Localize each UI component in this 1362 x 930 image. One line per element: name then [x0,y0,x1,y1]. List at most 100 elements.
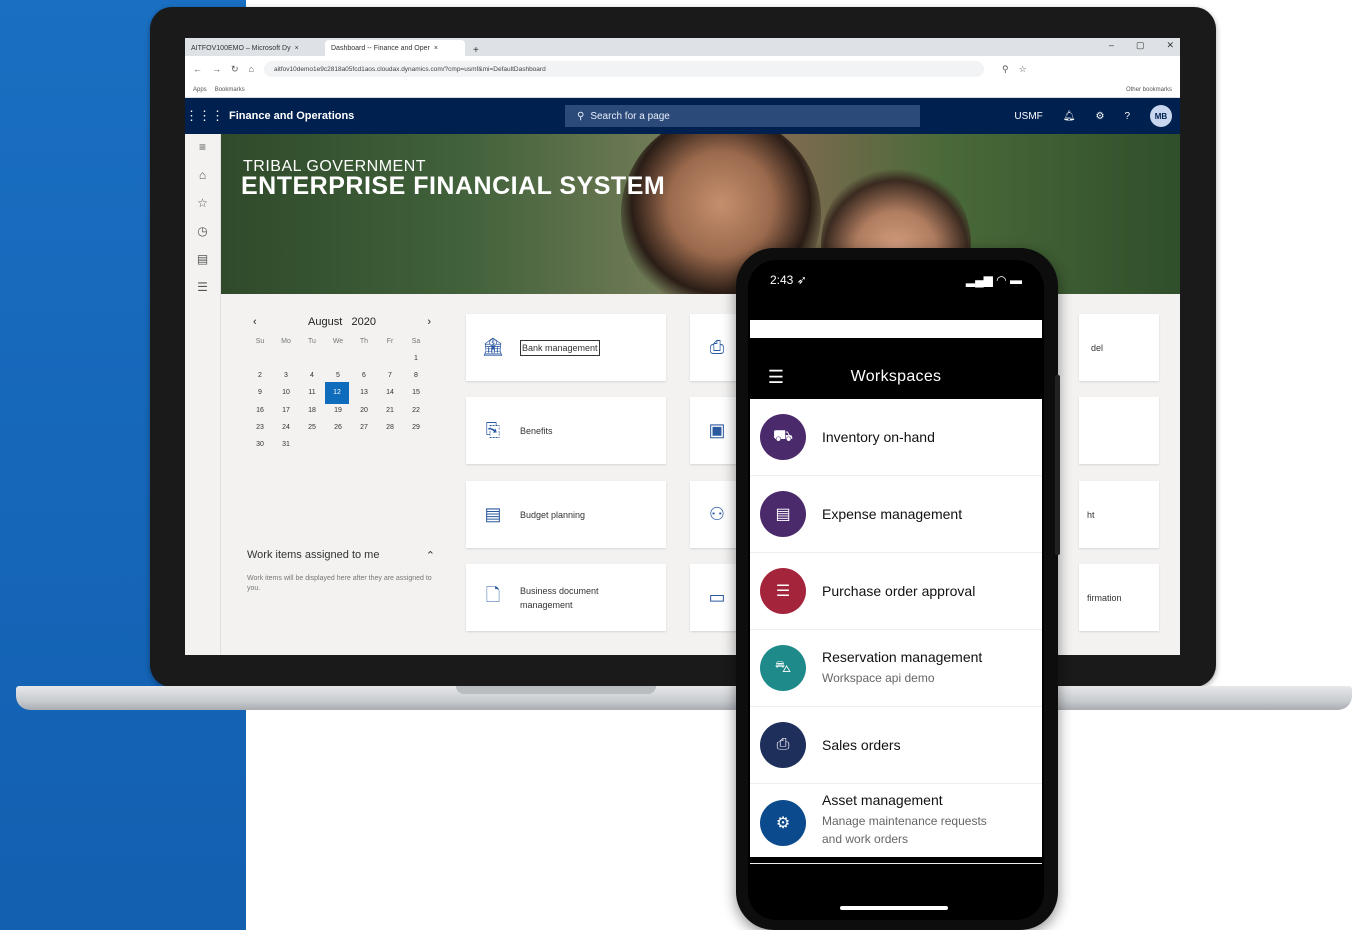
calendar-day[interactable]: 14 [377,389,403,397]
waffle-icon[interactable]: ⋮⋮⋮ [185,108,224,124]
tile-partial-right[interactable] [1079,397,1159,464]
weekday-label: Fr [386,338,394,345]
calendar-grid: Su Mo Tu We Th Fr Sa 1 2 3 4 5 6 7 8 9 10 11 12 13 14 15 16 17 1… [247,338,437,448]
calendar-day[interactable]: 4 [299,372,325,379]
calendar-day[interactable]: 2 [247,372,273,379]
calendar-day[interactable]: 30 [247,441,273,448]
calendar-day[interactable]: 17 [273,407,299,414]
reload-icon[interactable]: ↻ [231,64,239,75]
star-icon[interactable]: ☆ [1019,64,1027,75]
url-field[interactable]: aitfov10demo1e9c2818a05fcd1aos.cloudax.d… [263,61,984,77]
tile-label: del [1091,342,1104,353]
calendar-day[interactable]: 11 [299,389,325,397]
status-time: 2:43 [770,273,794,287]
gear-icon[interactable]: ⚙ [1095,111,1104,122]
calendar-day[interactable]: 5 [325,372,351,379]
tile-partial-right[interactable]: firmation [1079,564,1159,631]
hamburger-icon[interactable]: ≡ [199,140,206,154]
calendar-day[interactable]: 31 [273,441,299,448]
calendar-day[interactable]: 21 [377,407,403,414]
reservation-icon: ⛍ [760,645,806,691]
collapse-chevron-icon[interactable]: ⌃ [426,549,435,562]
tab-close-icon[interactable]: × [434,45,438,52]
tile-budget-planning[interactable]: ▤ Budget planning [466,481,666,548]
calendar-day[interactable]: 26 [325,424,351,431]
calendar-day[interactable]: 28 [377,424,403,431]
workspace-item[interactable]: ☰ Purchase order approval [750,553,1042,630]
close-window-button[interactable]: ✕ [1166,40,1174,51]
calendar-day[interactable]: 12 [325,382,349,404]
tab-close-icon[interactable]: × [295,45,299,52]
workspace-title: Purchase order approval [822,583,976,599]
calendar-day[interactable]: 23 [247,424,273,431]
apps-bookmark[interactable]: Apps [193,87,207,93]
recent-icon[interactable]: ◷ [197,224,207,238]
app-title: Finance and Operations [229,110,355,122]
calendar-day[interactable]: 13 [351,389,377,397]
bookmarks-bookmark[interactable]: Bookmarks [215,87,245,93]
work-items-note: Work items will be displayed here after … [247,575,432,592]
calendar-day[interactable]: 18 [299,407,325,414]
tile-business-document-management[interactable]: 🗋︎ Business document management [466,564,666,631]
workspace-title: Reservation management [822,649,983,665]
calendar-day[interactable]: 6 [351,372,377,379]
tile-label: Benefits [520,425,553,436]
favorites-icon[interactable]: ☆ [197,196,208,210]
browser-tab-active[interactable]: Dashboard -- Finance and Oper × [325,40,465,56]
modules-icon[interactable]: ☰ [197,280,208,294]
calendar-empty [351,441,377,448]
search-icon: ⚲ [577,110,585,122]
calendar-day[interactable]: 19 [325,407,351,414]
tile-benefits[interactable]: ⎘ Benefits [466,397,666,464]
laptop-base [16,686,1352,710]
help-icon[interactable]: ? [1124,111,1130,122]
calendar-day[interactable]: 25 [299,424,325,431]
calendar-day[interactable]: 15 [403,389,429,397]
calendar-day[interactable]: 9 [247,389,273,397]
calendar-day[interactable]: 16 [247,407,273,414]
calendar-day[interactable]: 3 [273,372,299,379]
calendar-day[interactable]: 20 [351,407,377,414]
calendar-empty [377,355,403,362]
tile-partial-right[interactable]: ht [1079,481,1159,548]
workspace-item[interactable]: ⛍ Reservation management Workspace api dem… [750,630,1042,707]
workspace-item[interactable]: ⚙ Asset management Manage maintenance requ… [750,784,1042,864]
other-bookmarks[interactable]: Other bookmarks [1126,87,1172,93]
back-icon[interactable]: ← [193,64,202,74]
workspace-item[interactable]: ▤ Expense management [750,476,1042,553]
workspace-item[interactable]: ⎙ Sales orders [750,707,1042,784]
avatar[interactable]: MB [1150,105,1172,127]
home-icon[interactable]: ⌂ [249,64,254,74]
wifi-icon: ◠ [996,273,1007,287]
new-tab-button[interactable]: + [465,45,487,56]
tile-bank-management[interactable]: 🏦︎ Bank management [466,314,666,381]
workspace-title: Asset management [822,792,943,808]
calendar-day[interactable]: 24 [273,424,299,431]
forward-icon[interactable]: → [212,64,221,74]
minimize-button[interactable]: – [1109,40,1114,51]
calendar-day[interactable]: 10 [273,389,299,397]
calendar-next-button[interactable]: › [427,316,431,328]
home-nav-icon[interactable]: ⌂ [199,168,206,182]
tile-partial-right[interactable]: del [1079,314,1159,381]
zoom-icon[interactable]: ⚲ [1002,64,1009,75]
status-bar: 2:43 ➶ ▂▄▆ ◠ ▬ [748,260,1044,300]
company-picker[interactable]: USMF [1014,111,1042,122]
battery-icon: ▬ [1010,273,1022,287]
bell-icon[interactable]: 🔔︎ [1063,111,1076,122]
workspace-title: Sales orders [822,737,901,753]
workspaces-icon[interactable]: ▤ [197,252,208,266]
calendar-day[interactable]: 27 [351,424,377,431]
search-box[interactable]: ⚲ Search for a page [565,105,920,127]
top-white-strip [750,320,1042,338]
calendar-day[interactable]: 29 [403,424,429,431]
calendar-day[interactable]: 22 [403,407,429,414]
browser-tab[interactable]: AITFOV100EMO – Microsoft Dy × [185,40,325,56]
workspace-list: ⛟ Inventory on-hand ▤ Expense management ☰ Pu… [750,399,1042,864]
maximize-button[interactable]: ▢ [1136,40,1145,51]
calendar-day[interactable]: 7 [377,372,403,379]
calendar-prev-button[interactable]: ‹ [253,316,257,328]
calendar-day[interactable]: 1 [403,355,429,362]
workspace-item[interactable]: ⛟ Inventory on-hand [750,399,1042,476]
calendar-day[interactable]: 8 [403,372,429,379]
